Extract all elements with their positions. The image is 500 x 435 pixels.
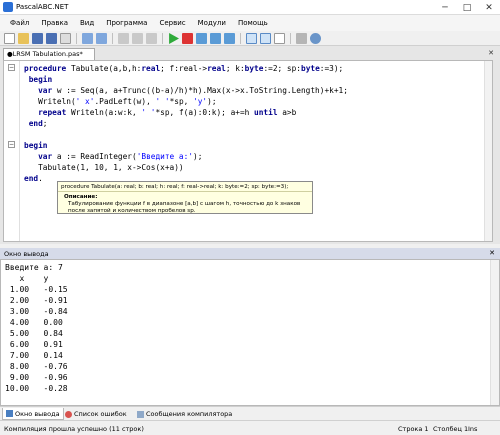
- menu-help[interactable]: Помощь: [232, 19, 274, 27]
- output-line: 7.00 0.14: [5, 351, 63, 360]
- editor-gutter: − −: [4, 61, 20, 241]
- step-icon[interactable]: [210, 33, 221, 44]
- window-controls: ─ □ ✕: [434, 0, 500, 15]
- menu-program[interactable]: Программа: [100, 19, 153, 27]
- output-panel-title: Окно вывода: [4, 250, 49, 258]
- tooltip-label: Описание:: [64, 194, 98, 200]
- fold-toggle-icon[interactable]: −: [8, 64, 15, 71]
- cut-icon[interactable]: [118, 33, 129, 44]
- paste-icon[interactable]: [146, 33, 157, 44]
- app-icon: [3, 2, 13, 12]
- output-window-icon: [6, 410, 13, 417]
- menu-edit[interactable]: Правка: [35, 19, 74, 27]
- toolbar-separator: [76, 33, 77, 44]
- close-tab-icon[interactable]: ✕: [488, 49, 494, 57]
- output-line: 10.00 -0.28: [5, 384, 68, 393]
- close-output-icon[interactable]: ✕: [489, 249, 495, 257]
- code-line: procedure Tabulate(a,b,h:real; f:real->r…: [24, 64, 344, 73]
- tab-label: Список ошибок: [74, 410, 127, 418]
- output-line: 8.00 -0.76: [5, 362, 68, 371]
- output-line: 3.00 -0.84: [5, 307, 68, 316]
- debug-icon[interactable]: [196, 33, 207, 44]
- bottom-tab-strip: Окно вывода Список ошибок Сообщения комп…: [0, 406, 500, 420]
- file-tab[interactable]: ●LRSM Tabulation.pas*: [3, 48, 95, 60]
- help-icon[interactable]: [310, 33, 321, 44]
- menu-bar: Файл Правка Вид Программа Сервис Модули …: [0, 15, 500, 31]
- code-editor[interactable]: − − procedure Tabulate(a,b,h:real; f:rea…: [3, 60, 493, 242]
- file-tab-label: ●LRSM Tabulation.pas*: [7, 50, 83, 58]
- status-message: Компиляция прошла успешно (11 строк): [4, 425, 144, 433]
- title-bar: PascalABC.NET ─ □ ✕: [0, 0, 500, 15]
- tooltip-signature: procedure Tabulate(a: real; b: real; h: …: [61, 184, 289, 190]
- save-icon[interactable]: [32, 33, 43, 44]
- toolbar-separator: [112, 33, 113, 44]
- output-window[interactable]: Введите a: 7 x y 1.00 -0.15 2.00 -0.91 3…: [0, 259, 500, 406]
- redo-icon[interactable]: [96, 33, 107, 44]
- compiler-messages-icon: [137, 410, 144, 418]
- intellisense-tooltip: procedure Tabulate(a: real; b: real; h: …: [57, 181, 313, 214]
- undo-icon[interactable]: [82, 33, 93, 44]
- output-line: 4.00 0.00: [5, 318, 63, 327]
- output-scrollbar[interactable]: [490, 260, 499, 405]
- status-insert-mode: Ins: [468, 425, 478, 433]
- minimize-button[interactable]: ─: [434, 0, 456, 15]
- layout-icon[interactable]: [246, 33, 257, 44]
- output-line: 6.00 0.91: [5, 340, 63, 349]
- status-bar: Компиляция прошла успешно (11 строк) Стр…: [0, 420, 500, 435]
- close-window-button[interactable]: ✕: [478, 0, 500, 15]
- maximize-button[interactable]: □: [456, 0, 478, 15]
- run-icon[interactable]: [169, 33, 179, 44]
- code-line: var a := ReadInteger('Введите a:');: [38, 152, 203, 161]
- stop-icon[interactable]: [182, 33, 193, 44]
- layout3-icon[interactable]: [274, 33, 285, 44]
- layout2-icon[interactable]: [260, 33, 271, 44]
- output-line: x y: [5, 274, 49, 283]
- tab-compiler-messages[interactable]: Сообщения компилятора: [134, 408, 235, 420]
- open-icon[interactable]: [18, 33, 29, 44]
- status-line-number: Строка 1: [398, 425, 429, 433]
- output-line: 9.00 -0.96: [5, 373, 68, 382]
- close-file-icon[interactable]: [60, 33, 71, 44]
- toolbar: [0, 31, 500, 46]
- copy-icon[interactable]: [132, 33, 143, 44]
- tab-output-window[interactable]: Окно вывода: [2, 408, 64, 420]
- editor-scrollbar[interactable]: [484, 61, 492, 241]
- tab-error-list[interactable]: Список ошибок: [62, 408, 130, 420]
- code-line: end;: [28, 119, 48, 128]
- output-line: 5.00 0.84: [5, 329, 63, 338]
- output-line: 2.00 -0.91: [5, 296, 68, 305]
- step-over-icon[interactable]: [224, 33, 235, 44]
- code-line: begin: [24, 141, 48, 150]
- save-all-icon[interactable]: [46, 33, 57, 44]
- tooltip-divider: [58, 191, 312, 192]
- code-line: var w := Seq(a, a+Trunc((b-a)/h)*h).Max(…: [38, 86, 348, 95]
- document-area: ●LRSM Tabulation.pas* ✕ − − procedure Ta…: [0, 46, 500, 244]
- status-column-number: Столбец 1: [433, 425, 469, 433]
- code-line: repeat Writeln(a:w:k, ' '*sp, f(a):0:k);…: [38, 108, 297, 117]
- toolbar-separator: [290, 33, 291, 44]
- fold-toggle-icon[interactable]: −: [8, 141, 15, 148]
- code-line: end.: [24, 174, 43, 183]
- format-icon[interactable]: [296, 33, 307, 44]
- tab-label: Сообщения компилятора: [146, 410, 233, 418]
- tab-label: Окно вывода: [15, 409, 60, 418]
- menu-file[interactable]: Файл: [4, 19, 35, 27]
- menu-service[interactable]: Сервис: [153, 19, 191, 27]
- toolbar-separator: [162, 33, 163, 44]
- error-list-icon: [65, 410, 72, 418]
- tooltip-description: Табулирование функции f в диапазоне [a,b…: [68, 201, 301, 214]
- code-line: Writeln(' x'.PadLeft(w), ' '*sp, 'y');: [38, 97, 217, 106]
- new-file-icon[interactable]: [4, 33, 15, 44]
- menu-modules[interactable]: Модули: [192, 19, 232, 27]
- code-line: begin: [28, 75, 53, 84]
- output-line: 1.00 -0.15: [5, 285, 68, 294]
- output-line: Введите a: 7: [5, 263, 63, 272]
- output-panel-header: Окно вывода ✕: [0, 248, 500, 259]
- menu-view[interactable]: Вид: [74, 19, 100, 27]
- window-title: PascalABC.NET: [16, 3, 69, 11]
- code-line: Tabulate(1, 10, 1, x->Cos(x+a)): [38, 163, 184, 172]
- toolbar-separator: [240, 33, 241, 44]
